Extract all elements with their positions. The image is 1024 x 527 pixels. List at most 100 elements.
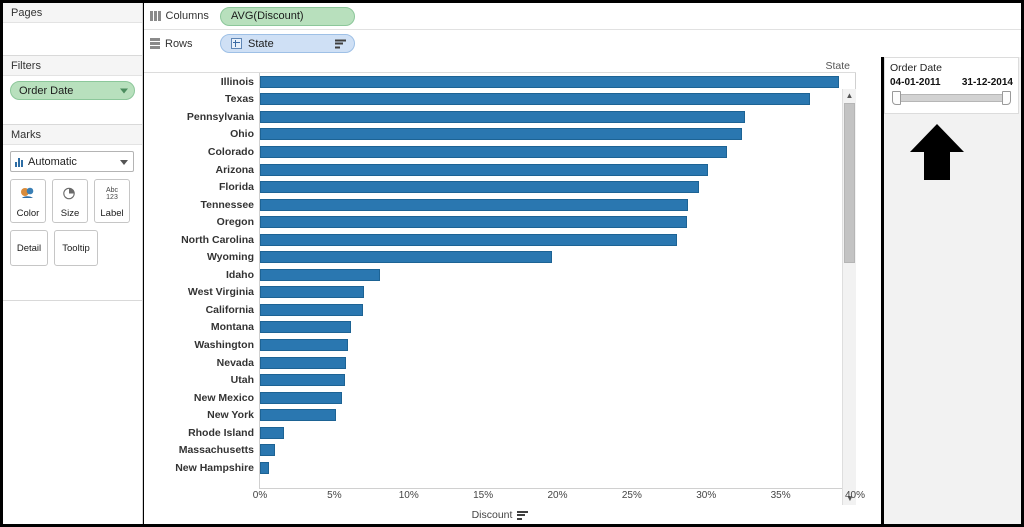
color-palette-icon — [11, 180, 45, 208]
row-label[interactable]: Florida — [144, 178, 259, 196]
bar-mark[interactable] — [260, 251, 552, 264]
x-axis-tick: 0% — [252, 490, 268, 501]
mark-type-select[interactable]: Automatic — [10, 151, 134, 172]
columns-shelf-label-group: Columns — [150, 10, 220, 22]
x-axis-ticks: 0% 5% 10% 15% 20% 25% 30% 35% 40% — [144, 489, 865, 507]
order-date-end-value: 31-12-2014 — [961, 77, 1013, 88]
row-label[interactable]: Tennessee — [144, 196, 259, 214]
marks-detail-button[interactable]: Detail — [10, 230, 48, 266]
chevron-up-icon[interactable]: ▲ — [843, 89, 856, 102]
rows-shelf-label: Rows — [165, 37, 193, 50]
marks-color-button[interactable]: Color — [10, 179, 46, 223]
row-label[interactable]: New Hampshire — [144, 459, 259, 477]
bar-mark[interactable] — [260, 409, 336, 422]
row-label[interactable]: Colorado — [144, 143, 259, 161]
row-label[interactable]: Idaho — [144, 266, 259, 284]
row-label[interactable]: Massachusetts — [144, 441, 259, 459]
shelf-area: Columns AVG(Discount) Rows State — [144, 3, 1021, 57]
pages-card: Pages — [3, 3, 142, 56]
mark-type-label: Automatic — [28, 155, 77, 168]
row-label[interactable]: Washington — [144, 336, 259, 354]
bar-row — [260, 354, 855, 372]
order-date-filter-card: Order Date 04-01-2011 31-12-2014 — [884, 57, 1019, 114]
row-label[interactable]: New York — [144, 406, 259, 424]
bar-mark[interactable] — [260, 163, 708, 176]
row-label[interactable]: Illinois — [144, 73, 259, 91]
row-label[interactable]: North Carolina — [144, 231, 259, 249]
bar-mark[interactable] — [260, 145, 728, 158]
bar-row — [260, 371, 855, 389]
bar-mark[interactable] — [260, 110, 745, 123]
rows-shelf-label-group: Rows — [150, 38, 220, 50]
row-label[interactable]: Nevada — [144, 354, 259, 372]
marks-label-button[interactable]: Abc 123 Label — [94, 179, 130, 223]
row-label[interactable]: Ohio — [144, 126, 259, 144]
bar-mark[interactable] — [260, 75, 839, 88]
bar-mark[interactable] — [260, 356, 347, 369]
filter-cards-panel: Order Date 04-01-2011 31-12-2014 — [884, 57, 1021, 524]
bar-mark[interactable] — [260, 128, 742, 141]
row-label[interactable]: Montana — [144, 319, 259, 337]
bar-mark[interactable] — [260, 93, 811, 106]
slider-handle-end[interactable] — [1002, 91, 1011, 105]
bar-mark[interactable] — [260, 391, 342, 404]
bar-row — [260, 73, 855, 91]
bar-mark[interactable] — [260, 338, 348, 351]
row-label[interactable]: Rhode Island — [144, 424, 259, 442]
vertical-scrollbar[interactable]: ▲ ▼ — [842, 89, 856, 505]
bar-mark[interactable] — [260, 181, 699, 194]
rows-icon — [150, 38, 160, 49]
bar-mark[interactable] — [260, 374, 345, 387]
row-label[interactable]: Oregon — [144, 213, 259, 231]
bar-mark[interactable] — [260, 216, 687, 229]
filters-drop-zone[interactable]: Order Date — [3, 76, 142, 120]
expand-plus-icon[interactable] — [231, 38, 242, 49]
bar-mark[interactable] — [260, 233, 677, 246]
sort-descending-icon[interactable] — [517, 510, 529, 520]
marks-size-button[interactable]: Size — [52, 179, 88, 223]
marks-card: Marks Automatic Color Size Abc 123 Label… — [3, 125, 142, 301]
bar-mark[interactable] — [260, 286, 365, 299]
marks-color-label: Color — [16, 208, 40, 219]
chevron-down-icon[interactable] — [120, 159, 128, 165]
marks-buttons-row-1: Color Size Abc 123 Label — [10, 179, 135, 223]
visualization-pane: State Illinois Texas Pennsylvania Ohio Color… — [144, 57, 881, 524]
bar-mark[interactable] — [260, 198, 689, 211]
x-axis-tick: 25% — [621, 490, 642, 501]
filter-pill-order-date[interactable]: Order Date — [10, 81, 135, 100]
bar-mark[interactable] — [260, 444, 275, 457]
row-label[interactable]: Texas — [144, 91, 259, 109]
slider-handle-start[interactable] — [892, 91, 901, 105]
bar-row — [260, 266, 855, 284]
row-label[interactable]: New Mexico — [144, 389, 259, 407]
row-label[interactable]: Pennsylvania — [144, 108, 259, 126]
row-label[interactable]: Arizona — [144, 161, 259, 179]
scrollbar-thumb[interactable] — [844, 103, 855, 263]
slider-track[interactable] — [900, 94, 1003, 102]
bar-mark[interactable] — [260, 268, 381, 281]
pages-drop-zone[interactable] — [3, 23, 142, 53]
marks-tooltip-button[interactable]: Tooltip — [54, 230, 98, 266]
bar-mark[interactable] — [260, 303, 363, 316]
chevron-down-icon[interactable] — [120, 88, 128, 93]
row-label[interactable]: California — [144, 301, 259, 319]
order-date-range-slider[interactable] — [892, 91, 1011, 105]
sort-descending-icon[interactable] — [335, 39, 346, 48]
bar-mark[interactable] — [260, 461, 269, 474]
rows-pill-state[interactable]: State — [220, 34, 355, 53]
bar-row — [260, 284, 855, 302]
rows-shelf[interactable]: Rows State — [144, 30, 1021, 57]
bar-row — [260, 126, 855, 144]
columns-pill-avg-discount[interactable]: AVG(Discount) — [220, 6, 355, 26]
bar-mark[interactable] — [260, 426, 284, 439]
order-date-range-values: 04-01-2011 31-12-2014 — [890, 77, 1013, 88]
row-label[interactable]: Utah — [144, 371, 259, 389]
x-axis-title-group[interactable]: Discount — [144, 507, 856, 523]
x-axis-tick: 10% — [398, 490, 419, 501]
bar-mark[interactable] — [260, 321, 351, 334]
columns-shelf[interactable]: Columns AVG(Discount) — [144, 3, 1021, 30]
row-label[interactable]: Wyoming — [144, 248, 259, 266]
row-label[interactable]: West Virginia — [144, 284, 259, 302]
x-axis-tick: 20% — [547, 490, 568, 501]
bar-chart-plot[interactable] — [259, 73, 856, 489]
